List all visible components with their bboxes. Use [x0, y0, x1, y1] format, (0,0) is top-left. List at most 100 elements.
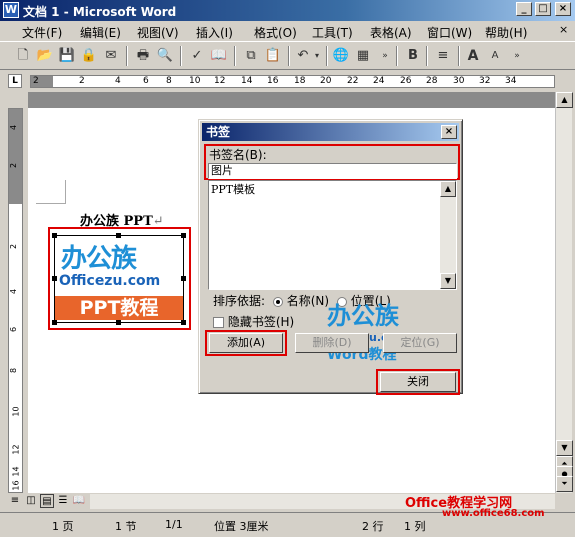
open-icon[interactable]: 📂	[36, 47, 54, 65]
bookmark-dialog: 书签 × 书签名(B): 图片 PPT模板 ▲ ▼ 排序依据: 名称(N) 位置…	[198, 119, 463, 395]
menu-insert[interactable]: 插入(I)	[196, 24, 233, 41]
vruler-tick: 10	[11, 406, 21, 417]
table-icon[interactable]: ▦	[354, 47, 372, 65]
page-top-margin	[28, 92, 555, 108]
toolbar-separator	[180, 46, 182, 66]
scroll-up-icon[interactable]: ▲	[556, 92, 573, 108]
bold-button[interactable]: B	[404, 47, 422, 65]
tab-stop-selector[interactable]: L	[8, 74, 22, 88]
list-scroll-up-icon[interactable]: ▲	[440, 181, 456, 197]
resize-handle[interactable]	[52, 233, 57, 238]
doc-close-icon[interactable]: ×	[559, 23, 568, 36]
officezu-logo-image[interactable]: 办公族 Officezu.com PPT教程	[54, 235, 184, 323]
reading-view-icon[interactable]: 📖	[72, 494, 86, 508]
new-icon[interactable]: 🗋	[14, 47, 32, 65]
status-line: 2 行	[362, 520, 384, 533]
list-scrollbar[interactable]: ▲ ▼	[440, 181, 456, 289]
dialog-title: 书签	[206, 125, 231, 139]
close-window-button[interactable]: ×	[555, 2, 571, 16]
sort-name-radio[interactable]	[272, 296, 283, 307]
list-scroll-down-icon[interactable]: ▼	[440, 273, 456, 289]
bookmark-name-label: 书签名(B):	[209, 148, 267, 162]
ruler-strip[interactable]: 2 2 4 6 8 10 12 14 16 18 20 22 24 26 28 …	[30, 75, 555, 88]
title-bar: W 文档 1 - Microsoft Word _ □ ×	[0, 0, 575, 21]
ruler-tick: 12	[214, 76, 226, 86]
ruler-tick: 2	[79, 76, 85, 86]
resize-handle[interactable]	[52, 276, 57, 281]
menu-view[interactable]: 视图(V)	[137, 24, 179, 41]
grow-font-button[interactable]: A	[464, 47, 482, 65]
scroll-down-icon[interactable]: ▼	[556, 440, 573, 456]
close-button[interactable]: 关闭	[380, 372, 456, 392]
status-section: 1 节	[115, 520, 137, 533]
resize-handle[interactable]	[181, 276, 186, 281]
delete-button[interactable]: 删除(D)	[295, 333, 369, 353]
ruler-tick: 6	[143, 76, 149, 86]
word-app-icon[interactable]: W	[3, 2, 19, 18]
web-view-icon[interactable]: ◫	[24, 494, 38, 508]
ruler-tick: 10	[189, 76, 201, 86]
hidden-bookmarks-label[interactable]: 隐藏书签(H)	[228, 315, 294, 329]
vruler-tick: 6	[9, 326, 19, 333]
vruler-tick: 14	[11, 466, 21, 477]
paste-icon[interactable]: 📋	[264, 47, 282, 65]
ruler-tick: 20	[320, 76, 332, 86]
toolbar-separator	[234, 46, 236, 66]
status-pages: 1/1	[165, 518, 183, 531]
resize-handle[interactable]	[181, 320, 186, 325]
minimize-button[interactable]: _	[516, 2, 532, 16]
toolbar-separator	[126, 46, 128, 66]
dialog-watermark-logo: 办公族 Officezu.com Word教程	[327, 296, 427, 364]
maximize-button[interactable]: □	[535, 2, 551, 16]
undo-dropdown-icon[interactable]: ▾	[312, 47, 322, 65]
hidden-bookmarks-checkbox[interactable]	[213, 317, 224, 328]
print-icon[interactable]: 🖶	[134, 47, 152, 65]
print-preview-icon[interactable]: 🔍	[156, 47, 174, 65]
spelling-icon[interactable]: ✓	[188, 47, 206, 65]
logo-text-ppt: PPT教程	[55, 296, 183, 320]
hyperlink-icon[interactable]: 🌐	[332, 47, 350, 65]
align-icon[interactable]: ≡	[434, 47, 452, 65]
vruler-tick: 4	[9, 124, 19, 131]
ruler-tick: 24	[373, 76, 385, 86]
goto-button[interactable]: 定位(G)	[383, 333, 457, 353]
bookmark-list[interactable]: PPT模板 ▲ ▼	[208, 180, 457, 290]
shrink-font-button[interactable]: A	[486, 47, 504, 65]
resize-handle[interactable]	[181, 233, 186, 238]
menu-table[interactable]: 表格(A)	[370, 24, 412, 41]
permission-icon[interactable]: 🔒	[80, 47, 98, 65]
menu-file[interactable]: 文件(F)	[22, 24, 62, 41]
ruler-tick: 18	[294, 76, 306, 86]
next-page-icon[interactable]: ⏷	[556, 476, 573, 492]
resize-handle[interactable]	[116, 233, 121, 238]
research-icon[interactable]: 📖	[210, 47, 228, 65]
toolbar-separator	[458, 46, 460, 66]
add-button[interactable]: 添加(A)	[209, 333, 283, 353]
ruler-tick: 30	[453, 76, 465, 86]
vertical-ruler[interactable]: 4 2 2 4 6 8 10 12 14 16	[8, 108, 23, 493]
menu-tools[interactable]: 工具(T)	[312, 24, 353, 41]
normal-view-icon[interactable]: ≡	[8, 494, 22, 508]
list-item[interactable]: PPT模板	[211, 181, 255, 197]
menu-edit[interactable]: 编辑(E)	[80, 24, 121, 41]
toolbar-options-icon[interactable]: »	[380, 47, 390, 65]
dialog-close-icon[interactable]: ×	[441, 125, 457, 139]
copy-icon[interactable]: ⧉	[242, 47, 260, 65]
vruler-tick: 2	[9, 162, 19, 169]
sort-name-label[interactable]: 名称(N)	[287, 294, 329, 308]
toolbar-options-icon[interactable]: »	[512, 47, 522, 65]
resize-handle[interactable]	[116, 320, 121, 325]
email-icon[interactable]: ✉	[102, 47, 120, 65]
menu-help[interactable]: 帮助(H)	[485, 24, 527, 41]
bookmark-name-input[interactable]: 图片	[208, 163, 457, 179]
menu-format[interactable]: 格式(O)	[254, 24, 297, 41]
vruler-tick: 12	[11, 444, 21, 455]
undo-icon[interactable]: ↶	[294, 47, 312, 65]
outline-view-icon[interactable]: ☰	[56, 494, 70, 508]
print-layout-icon[interactable]: ▤	[40, 494, 54, 508]
menu-window[interactable]: 窗口(W)	[427, 24, 472, 41]
save-icon[interactable]: 💾	[58, 47, 76, 65]
resize-handle[interactable]	[52, 320, 57, 325]
vertical-scrollbar[interactable]: ▲ ▼ ⏶ ● ⏷	[555, 92, 573, 493]
dialog-title-bar: 书签 ×	[202, 123, 459, 141]
